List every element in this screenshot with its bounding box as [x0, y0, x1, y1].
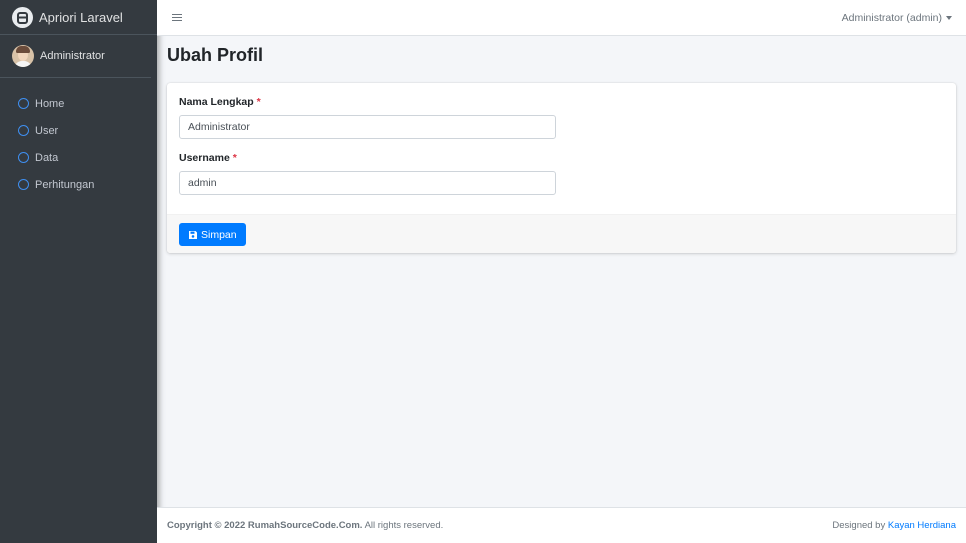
- user-menu-dropdown[interactable]: Administrator (admin): [842, 12, 952, 24]
- required-mark: *: [232, 152, 237, 164]
- sidebar: Apriori Laravel Administrator Home User …: [0, 0, 157, 543]
- save-button-label: Simpan: [201, 228, 237, 241]
- sidebar-item-home[interactable]: Home: [0, 90, 157, 117]
- user-menu-label: Administrator (admin): [841, 11, 942, 24]
- page-title: Ubah Profil: [167, 45, 264, 65]
- sidebar-user-name: Administrator: [40, 50, 105, 62]
- sidebar-item-perhitungan[interactable]: Perhitungan: [0, 171, 157, 198]
- brand-text: Apriori Laravel: [39, 9, 123, 25]
- sidebar-item-label: Home: [35, 97, 65, 110]
- save-button[interactable]: Simpan: [179, 223, 246, 246]
- brand-logo-icon: [12, 6, 33, 28]
- brand-link[interactable]: Apriori Laravel: [0, 0, 157, 35]
- rights-text: All rights reserved.: [362, 520, 444, 531]
- topbar: Administrator (admin): [157, 0, 966, 36]
- username-input[interactable]: [179, 171, 556, 195]
- menu-toggle-icon[interactable]: [172, 13, 182, 22]
- save-icon: [189, 230, 197, 239]
- footer: Copyright © 2022 RumahSourceCode.Com. Al…: [157, 507, 966, 543]
- sidebar-item-label: Perhitungan: [35, 178, 95, 191]
- required-mark: *: [256, 96, 261, 108]
- circle-icon: [18, 152, 29, 163]
- username-label: Username *: [179, 152, 237, 164]
- caret-down-icon: [946, 15, 952, 20]
- user-panel[interactable]: Administrator: [0, 35, 151, 78]
- card-body: Nama Lengkap * Username *: [167, 83, 956, 214]
- avatar: [12, 45, 34, 67]
- sidebar-item-data[interactable]: Data: [0, 144, 157, 171]
- copyright-strong: Copyright © 2022 RumahSourceCode.Com.: [167, 520, 363, 531]
- copyright-text: Copyright © 2022 RumahSourceCode.Com. Al…: [167, 520, 443, 531]
- circle-icon: [18, 179, 29, 190]
- profile-form-card: Nama Lengkap * Username * Simpan: [167, 83, 956, 253]
- name-input[interactable]: [179, 115, 556, 139]
- sidebar-item-label: User: [35, 124, 59, 137]
- name-label: Nama Lengkap *: [179, 96, 261, 108]
- sidebar-nav: Home User Data Perhitungan: [0, 78, 157, 198]
- circle-icon: [18, 98, 29, 109]
- sidebar-item-label: Data: [35, 151, 59, 164]
- designed-by-text: Designed by: [832, 520, 888, 531]
- designer-credit: Designed by Kayan Herdiana: [832, 520, 956, 531]
- circle-icon: [18, 125, 29, 136]
- designer-link[interactable]: Kayan Herdiana: [888, 520, 956, 531]
- card-footer: Simpan: [167, 214, 956, 253]
- sidebar-item-user[interactable]: User: [0, 117, 157, 144]
